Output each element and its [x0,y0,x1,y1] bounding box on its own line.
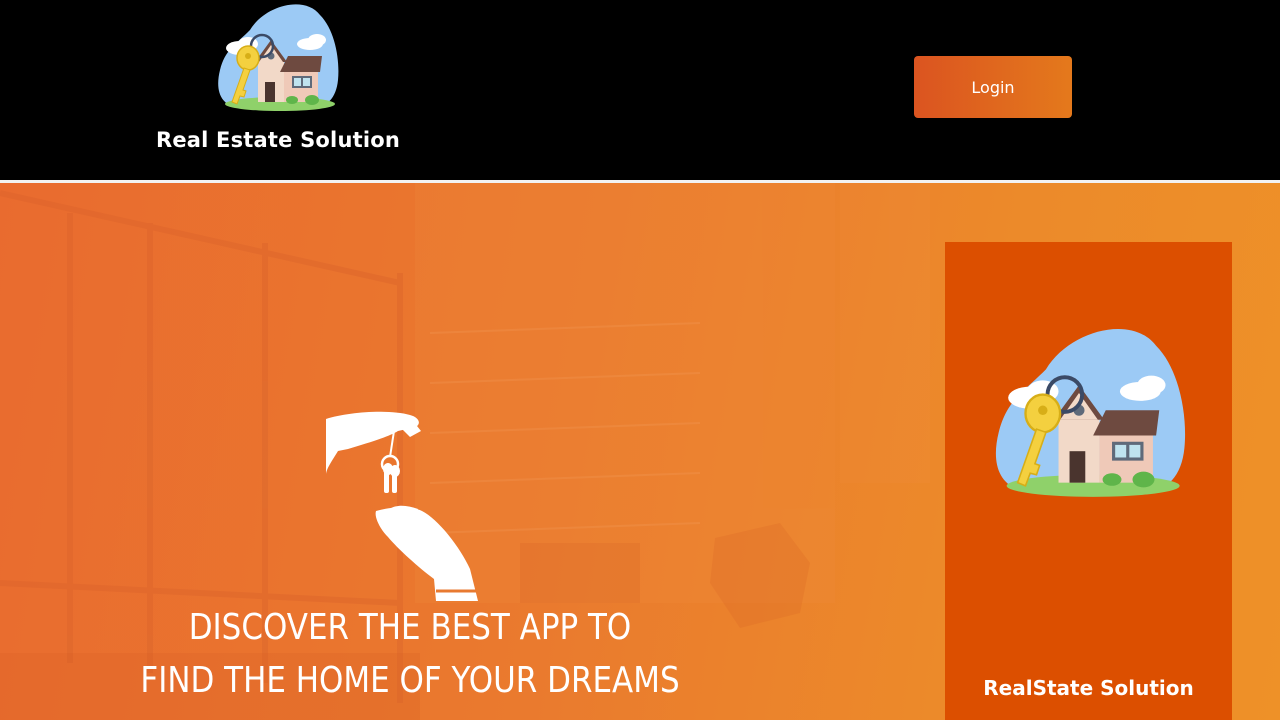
hands-handing-keys-icon [326,411,478,601]
hero-section: DISCOVER THE BEST APP TO FIND THE HOME O… [0,183,1280,720]
app-preview-card: RealState Solution [945,242,1232,720]
hero-headline: DISCOVER THE BEST APP TO FIND THE HOME O… [109,601,711,707]
headline-line-2: FIND THE HOME OF YOUR DREAMS [140,660,680,701]
headline-line-1: DISCOVER THE BEST APP TO [188,607,632,648]
brand-name: Real Estate Solution [155,128,401,152]
house-with-key-icon[interactable] [210,0,346,118]
login-button[interactable]: Login [914,56,1072,118]
house-with-key-icon [983,322,1197,508]
site-header: Real Estate Solution Login [0,0,1280,180]
app-card-brand-name: RealState Solution [983,676,1194,700]
